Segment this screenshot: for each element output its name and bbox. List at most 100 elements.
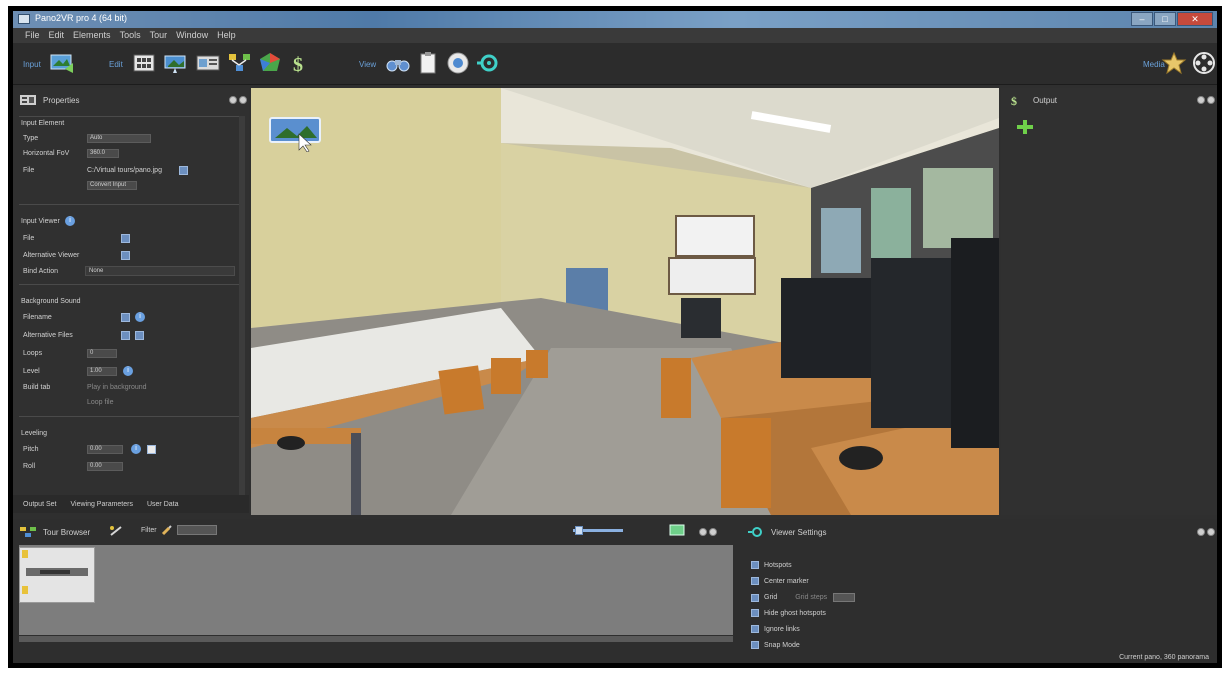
viewer-alt-checkbox[interactable] [121, 251, 130, 260]
zoom-slider-handle[interactable] [575, 526, 583, 535]
roll-input[interactable]: 0.00 [87, 462, 123, 471]
menu-window[interactable]: Window [176, 28, 208, 43]
properties-title: Properties [43, 95, 80, 105]
snap-mode-checkbox[interactable] [751, 641, 759, 649]
skin-editor-icon[interactable] [257, 51, 283, 75]
setting-hotspots[interactable]: Hotspots [751, 561, 792, 569]
viewer-info-icon[interactable]: i [65, 216, 75, 226]
media-star-icon[interactable] [1161, 51, 1187, 75]
viewer-settings-title: Viewer Settings [771, 527, 827, 537]
tour-float-button[interactable] [699, 528, 707, 536]
setting-grid[interactable]: Grid Grid steps [751, 593, 856, 602]
viewer-file-checkbox[interactable] [121, 234, 130, 243]
bg-level-info-icon[interactable]: i [123, 366, 133, 376]
clipboard-icon[interactable] [415, 51, 441, 75]
menu-elements[interactable]: Elements [73, 28, 111, 43]
bg-option-play[interactable]: Play in background [87, 384, 147, 391]
filter-input[interactable] [177, 525, 217, 535]
pitch-info-icon[interactable]: i [131, 444, 141, 454]
close-button[interactable]: ✕ [1177, 12, 1213, 26]
setting-hide-ghost[interactable]: Hide ghost hotspots [751, 609, 826, 617]
tour-close-button[interactable] [709, 528, 717, 536]
tab-user-data[interactable]: User Data [147, 501, 179, 508]
viewer-settings-header: Viewer Settings [747, 522, 826, 542]
viewer-settings-icon[interactable] [475, 51, 501, 75]
menu-help[interactable]: Help [217, 28, 236, 43]
center-marker-label: Center marker [764, 577, 809, 585]
setting-center-marker[interactable]: Center marker [751, 577, 809, 585]
menu-tools[interactable]: Tools [120, 28, 141, 43]
menu-edit[interactable]: Edit [49, 28, 65, 43]
grid-label: Grid [764, 594, 778, 601]
bg-filename-info-icon[interactable]: i [135, 312, 145, 322]
tour-browser-icon [20, 527, 36, 537]
file-browse-button[interactable] [179, 166, 188, 175]
output-flash-icon[interactable]: $ [287, 51, 313, 75]
tab-viewing-parameters[interactable]: Viewing Parameters [70, 501, 133, 508]
hotspots-checkbox[interactable] [751, 561, 759, 569]
hfov-input[interactable]: 360.0 [87, 149, 119, 158]
tour-thumbnail-strip[interactable] [19, 545, 733, 635]
bg-loops-input[interactable]: 0 [87, 349, 117, 358]
user-data-icon[interactable] [195, 51, 221, 75]
hide-ghost-label: Hide ghost hotspots [764, 609, 826, 617]
output-close-button[interactable] [1207, 96, 1215, 104]
settings-close-button[interactable] [1207, 528, 1215, 536]
tour-link-icon[interactable] [109, 525, 123, 537]
thumbnail-image [20, 548, 94, 602]
file-path: C:/Virtual tours/pano.jpg [87, 167, 162, 174]
setting-snap-mode[interactable]: Snap Mode [751, 641, 800, 649]
pitch-input[interactable]: 0.00 [87, 445, 123, 454]
type-select[interactable]: Auto [87, 134, 151, 143]
viewer-settings-icon [748, 527, 762, 537]
filter-label: Filter [141, 527, 157, 534]
grid-steps-input[interactable] [833, 593, 856, 602]
add-output-icon[interactable] [1015, 118, 1035, 136]
properties-scrollbar[interactable] [239, 116, 245, 496]
tour-browser-title: Tour Browser [43, 527, 91, 537]
tour-map-icon[interactable] [227, 51, 253, 75]
bg-alt-button[interactable] [121, 331, 130, 340]
convert-input-button[interactable]: Convert Input [87, 181, 137, 190]
output-icon: $ [1011, 94, 1017, 106]
menu-tour[interactable]: Tour [150, 28, 168, 43]
filter-brush-icon[interactable] [161, 524, 173, 536]
pitch-pick-button[interactable] [147, 445, 156, 454]
panel-close-button[interactable] [239, 96, 247, 104]
properties-panel-controls [227, 96, 247, 104]
center-marker-checkbox[interactable] [751, 577, 759, 585]
patch-editor-icon[interactable] [131, 51, 157, 75]
properties-panel: Properties Input Element Type Auto Horiz… [13, 88, 249, 511]
tab-output-set[interactable]: Output Set [23, 501, 56, 508]
grid-checkbox[interactable] [751, 593, 759, 602]
window-controls: – □ ✕ [1130, 12, 1213, 26]
panorama-image [251, 88, 999, 515]
bind-action-select[interactable]: None [85, 266, 235, 276]
settings-float-button[interactable] [1197, 528, 1205, 536]
film-reel-icon[interactable] [1191, 51, 1217, 75]
preview-globe-icon[interactable] [445, 51, 471, 75]
bg-filename-button[interactable] [121, 313, 130, 322]
panel-float-button[interactable] [229, 96, 237, 104]
bg-sound-title: Background Sound [21, 298, 81, 305]
bg-level-input[interactable]: 1.00 [87, 367, 117, 376]
maximize-button[interactable]: □ [1154, 12, 1176, 26]
viewing-parameters-icon[interactable] [163, 51, 189, 75]
tour-scrollbar[interactable] [19, 636, 733, 642]
menu-file[interactable]: File [25, 28, 40, 43]
bg-alt-edit-button[interactable] [135, 331, 144, 340]
panorama-thumbnail[interactable] [19, 547, 95, 603]
output-float-button[interactable] [1197, 96, 1205, 104]
hide-ghost-checkbox[interactable] [751, 609, 759, 617]
tour-map-view-icon[interactable] [669, 524, 685, 536]
input-panorama-icon[interactable] [49, 51, 75, 75]
minimize-button[interactable]: – [1131, 12, 1153, 26]
bg-option-loop[interactable]: Loop file [87, 399, 113, 406]
panorama-viewer[interactable] [251, 88, 999, 515]
hotspot-marker-icon[interactable] [269, 116, 323, 152]
pitch-label: Pitch [23, 446, 39, 453]
binoculars-icon[interactable] [385, 51, 411, 75]
setting-ignore-links[interactable]: Ignore links [751, 625, 800, 633]
ignore-links-checkbox[interactable] [751, 625, 759, 633]
leveling-section [19, 416, 243, 417]
